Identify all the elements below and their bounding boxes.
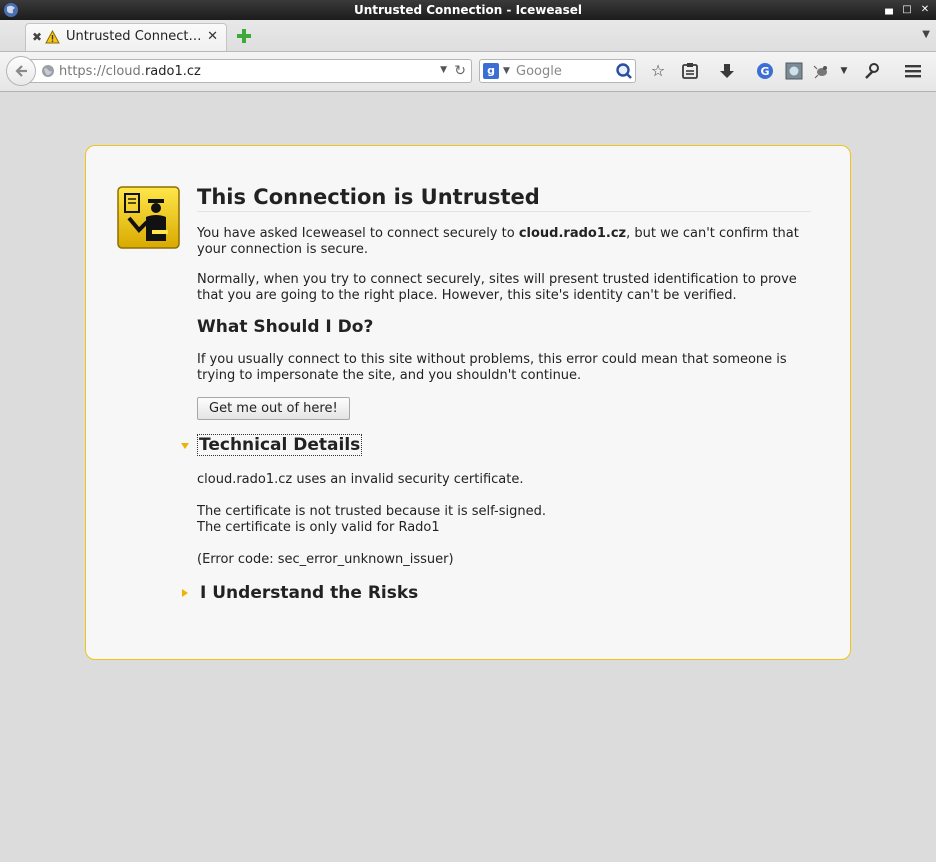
search-input[interactable]: Google bbox=[516, 64, 562, 79]
error-explanation-text: Normally, when you try to connect secure… bbox=[197, 272, 797, 303]
error-title: This Connection is Untrusted bbox=[197, 185, 811, 212]
list-all-tabs-icon[interactable]: ▼ bbox=[922, 29, 930, 40]
tech-detail-line-2: The certificate is not trusted because i… bbox=[197, 504, 546, 519]
google-extension-icon[interactable]: G bbox=[755, 61, 775, 81]
error-code-text: (Error code: sec_error_unknown_issuer) bbox=[197, 552, 454, 567]
back-button[interactable] bbox=[6, 56, 36, 86]
page-content: This Connection is Untrusted You have as… bbox=[0, 92, 936, 862]
search-engine-dropdown-icon[interactable]: ▼ bbox=[503, 66, 510, 76]
certificate-inspector-icon bbox=[117, 186, 180, 249]
extension-frame-icon[interactable] bbox=[784, 61, 804, 81]
intro-host: cloud.rado1.cz bbox=[518, 226, 627, 241]
svg-text:G: G bbox=[760, 65, 769, 78]
error-page-container: This Connection is Untrusted You have as… bbox=[85, 145, 851, 660]
search-icon[interactable] bbox=[615, 62, 633, 80]
technical-details-toggle[interactable]: Technical Details bbox=[197, 434, 363, 456]
search-bar[interactable]: g ▼ Google bbox=[479, 59, 636, 83]
new-tab-icon[interactable] bbox=[236, 28, 252, 44]
url-history-dropdown-icon[interactable]: ▼ bbox=[440, 65, 447, 75]
addon-tool-icon[interactable] bbox=[861, 61, 881, 81]
tab-untrusted-connection[interactable]: ✖ Untrusted Connect… ✕ bbox=[25, 23, 227, 51]
window-title: Untrusted Connection - Iceweasel bbox=[353, 3, 583, 17]
intro-before: You have asked Iceweasel to connect secu… bbox=[197, 226, 519, 241]
expanded-triangle-icon[interactable] bbox=[180, 441, 190, 451]
url-text[interactable]: https://cloud.rado1.cz bbox=[59, 64, 201, 79]
globe-icon bbox=[42, 65, 54, 77]
window-titlebar: Untrusted Connection - Iceweasel ▄ □ ✕ bbox=[0, 0, 936, 20]
bookmark-star-icon[interactable]: ☆ bbox=[648, 61, 668, 81]
bookmarks-menu-icon[interactable] bbox=[680, 61, 700, 81]
what-should-i-do-heading: What Should I Do? bbox=[197, 317, 374, 337]
warning-icon bbox=[45, 30, 60, 44]
iceweasel-logo-icon bbox=[4, 3, 18, 17]
browser-window: Untrusted Connection - Iceweasel ▄ □ ✕ ✖… bbox=[0, 0, 936, 862]
tab-title: Untrusted Connect… bbox=[66, 29, 202, 44]
minimize-icon[interactable]: ▄ bbox=[884, 5, 894, 15]
hamburger-menu-icon[interactable] bbox=[903, 61, 923, 81]
close-window-icon[interactable]: ✕ bbox=[920, 5, 930, 15]
tech-detail-line-3: The certificate is only valid for Rado1 bbox=[197, 520, 440, 535]
tab-close-icon[interactable]: ✕ bbox=[207, 29, 218, 44]
tab-broken-icon: ✖ bbox=[32, 30, 43, 44]
advice-text: If you usually connect to this site with… bbox=[197, 352, 787, 383]
addon-bug-icon[interactable] bbox=[812, 61, 832, 81]
navigation-toolbar: https://cloud.rado1.cz ▼ ↻ g ▼ Google ☆ bbox=[0, 52, 936, 92]
error-intro-text: You have asked Iceweasel to connect secu… bbox=[197, 226, 817, 258]
url-prefix: https://cloud. bbox=[59, 64, 145, 79]
url-host: rado1.cz bbox=[144, 64, 201, 79]
google-engine-icon[interactable]: g bbox=[483, 63, 499, 79]
addon-dropdown-icon[interactable]: ▼ bbox=[834, 61, 854, 81]
maximize-icon[interactable]: □ bbox=[902, 5, 912, 15]
get-me-out-button[interactable]: Get me out of here! bbox=[197, 397, 350, 420]
collapsed-triangle-icon[interactable] bbox=[180, 588, 190, 598]
reload-icon[interactable]: ↻ bbox=[454, 63, 466, 79]
url-bar[interactable]: https://cloud.rado1.cz ▼ ↻ bbox=[30, 59, 472, 83]
back-arrow-icon bbox=[15, 65, 27, 77]
tab-strip: ✖ Untrusted Connect… ✕ ▼ bbox=[0, 20, 936, 52]
understand-risks-toggle[interactable]: I Understand the Risks bbox=[200, 583, 418, 603]
tech-detail-line-1: cloud.rado1.cz uses an invalid security … bbox=[197, 472, 524, 487]
downloads-icon[interactable] bbox=[717, 61, 737, 81]
